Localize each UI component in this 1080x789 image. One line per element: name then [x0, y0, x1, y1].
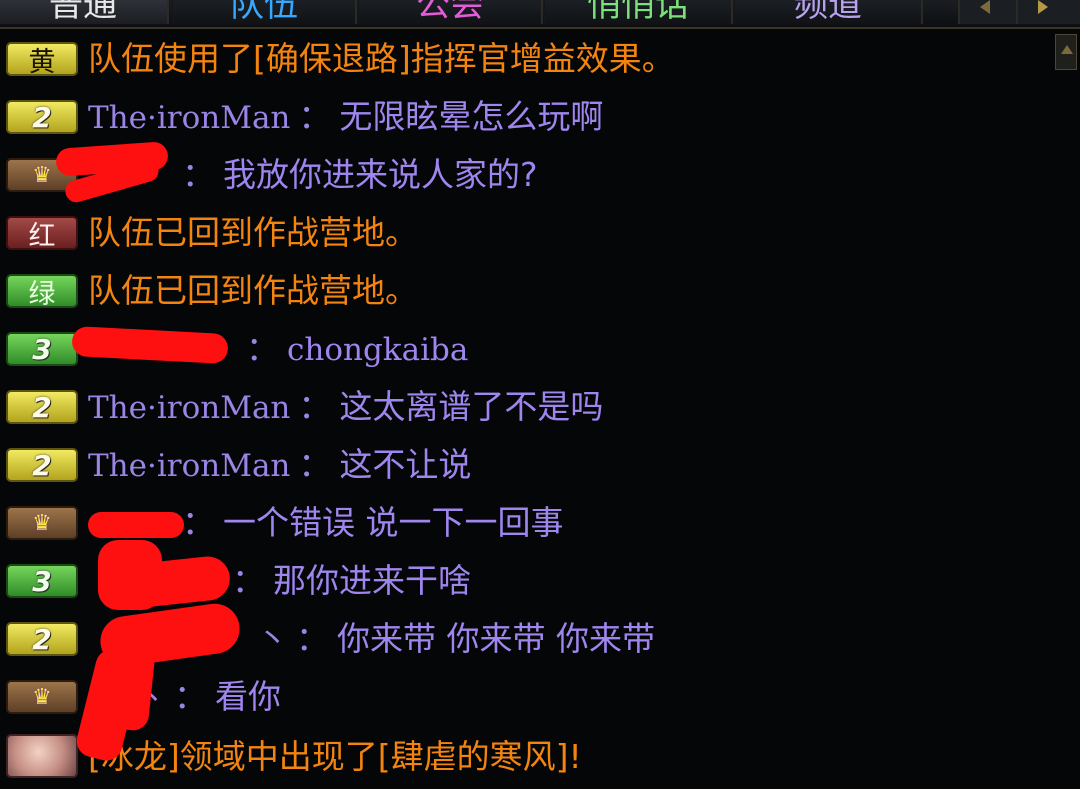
- message-text: 我放你进来说人家的?: [223, 155, 538, 194]
- message-text: 这太离谱了不是吗: [339, 387, 604, 426]
- channel-badge-party: 2: [6, 100, 78, 134]
- separator-colon: ：: [232, 561, 265, 600]
- tab-party-label: 队伍: [230, 0, 298, 24]
- badge-number: 2: [32, 448, 52, 482]
- redaction-mark: [88, 512, 184, 538]
- channel-badge-party: 2: [6, 390, 78, 424]
- arrow-right-icon: [1038, 0, 1048, 14]
- chat-tab-bar: 普通 队伍 公会 悄悄话 频道: [0, 0, 1080, 29]
- tab-scroll-right-button[interactable]: [1016, 0, 1080, 24]
- channel-badge-green: 绿: [6, 274, 78, 310]
- player-name[interactable]: The·ironMan: [88, 448, 290, 484]
- system-message-text: [冰龙]领域中出现了[肆虐的寒风]!: [88, 737, 582, 776]
- message-text: 你来带 你来带 你来带: [337, 619, 655, 658]
- badge-number: 3: [32, 564, 52, 598]
- channel-badge-yellow: 黄: [6, 42, 78, 78]
- system-message-text: 队伍已回到作战营地。: [88, 271, 418, 310]
- tab-general[interactable]: 普通: [0, 0, 169, 24]
- arrow-up-icon: [1061, 45, 1073, 54]
- message-text: 那你进来干啥: [273, 561, 471, 600]
- separator-colon: ：: [298, 445, 332, 484]
- separator-colon: ：: [298, 387, 332, 426]
- chat-message-row: 红 队伍已回到作战营地。: [0, 204, 1050, 262]
- channel-badge-red: 红: [6, 216, 78, 252]
- separator-colon: ：: [182, 155, 215, 194]
- player-name[interactable]: The·ironMan: [88, 390, 290, 426]
- channel-badge-crown: ♛: [6, 680, 78, 714]
- chat-window: 普通 队伍 公会 悄悄话 频道 黄 队伍使用了[确保退路]指挥官增益效果。 2 …: [0, 0, 1080, 789]
- badge-number: 2: [32, 390, 52, 424]
- chat-scroll-up-button[interactable]: [1055, 34, 1077, 70]
- chat-message-row: ♛ 丶：看你: [0, 668, 1050, 726]
- badge-label: 红: [28, 220, 56, 252]
- crown-icon: ♛: [32, 510, 52, 536]
- channel-badge-team-3: 3: [6, 564, 78, 598]
- chat-message-row: 黄 队伍使用了[确保退路]指挥官增益效果。: [0, 30, 1050, 88]
- badge-number: 2: [32, 100, 52, 134]
- tab-party[interactable]: 队伍: [172, 0, 357, 24]
- message-text: 无限眩晕怎么玩啊: [339, 97, 604, 136]
- chat-message-row: 2 The·ironMan：这不让说: [0, 436, 1050, 494]
- chat-message-row: 2 The·ironMan：无限眩晕怎么玩啊: [0, 88, 1050, 146]
- crown-icon: ♛: [32, 684, 52, 710]
- tab-scroll-left-button[interactable]: [958, 0, 1016, 24]
- message-text: chongkaiba: [287, 332, 469, 368]
- channel-badge-party: 2: [6, 448, 78, 482]
- tab-general-label: 普通: [49, 0, 117, 24]
- badge-label: 绿: [28, 278, 56, 310]
- tab-whisper[interactable]: 悄悄话: [544, 0, 733, 24]
- system-message-text: 队伍使用了[确保退路]指挥官增益效果。: [88, 39, 675, 78]
- system-message-text: 队伍已回到作战营地。: [88, 213, 418, 252]
- player-name-suffix: 丶: [257, 622, 288, 658]
- channel-badge-team-3: 3: [6, 332, 78, 366]
- message-text: 这不让说: [339, 445, 472, 484]
- separator-colon: ：: [246, 329, 279, 368]
- chat-message-row: [冰龙]领域中出现了[肆虐的寒风]!: [0, 726, 1050, 784]
- crown-icon: ♛: [32, 162, 52, 188]
- separator-colon: ：: [174, 677, 207, 716]
- chat-message-row: 绿 队伍已回到作战营地。: [0, 262, 1050, 320]
- system-message: 队伍使用了[确保退路]指挥官增益效果。: [88, 39, 675, 79]
- chat-message-row: 2 The·ironMan：这太离谱了不是吗: [0, 378, 1050, 436]
- separator-colon: ：: [298, 97, 332, 136]
- badge-label: 黄: [28, 46, 56, 78]
- message-text: 一个错误 说一下一回事: [223, 503, 564, 542]
- avatar-icon: [6, 734, 78, 778]
- tab-channel[interactable]: 频道: [734, 0, 923, 24]
- channel-badge-crown: ♛: [6, 506, 78, 540]
- badge-number: 2: [32, 622, 52, 656]
- tab-channel-label: 频道: [794, 0, 862, 24]
- separator-colon: ：: [296, 619, 329, 658]
- player-name[interactable]: The·ironMan: [88, 100, 290, 136]
- tab-guild[interactable]: 公会: [358, 0, 543, 24]
- tab-whisper-label: 悄悄话: [587, 0, 689, 24]
- channel-badge-party: 2: [6, 622, 78, 656]
- arrow-left-icon: [980, 0, 990, 14]
- tab-guild-label: 公会: [416, 0, 484, 24]
- message-text: 看你: [215, 677, 281, 716]
- badge-number: 3: [32, 332, 52, 366]
